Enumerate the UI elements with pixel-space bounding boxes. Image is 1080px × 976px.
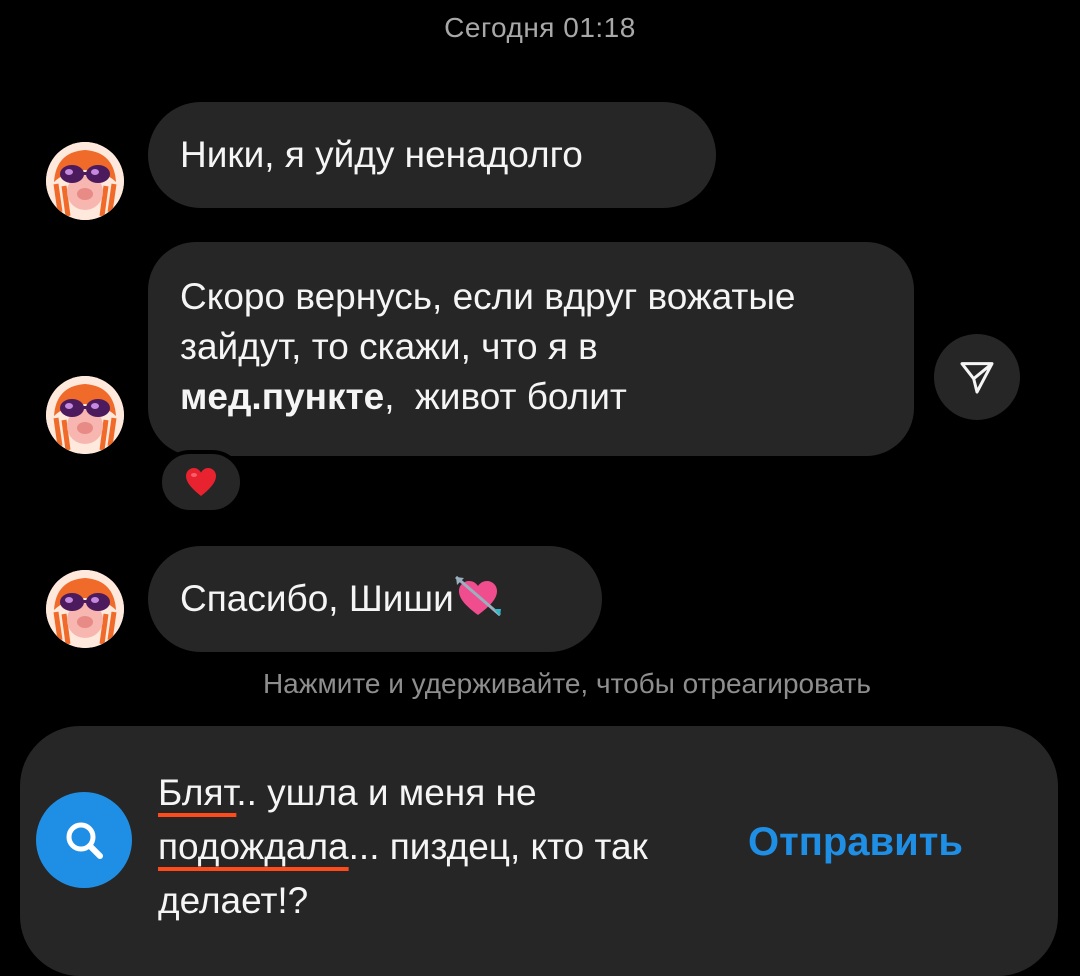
message-input[interactable]: Блят.. ушла и меня не подождала... пизде…	[158, 766, 728, 928]
red-heart-icon	[186, 468, 216, 496]
message-bubble[interactable]: Ники, я уйду ненадолго	[148, 102, 716, 208]
date-separator: Сегодня 01:18	[444, 12, 636, 43]
message-text: Ники, я уйду ненадолго	[180, 134, 583, 175]
search-button[interactable]	[36, 792, 132, 888]
sender-avatar[interactable]	[46, 142, 124, 220]
reaction-hint: Нажмите и удерживайте, чтобы отреагирова…	[262, 668, 872, 699]
message-text: , живот болит	[384, 376, 627, 417]
message-text: Скоро вернусь, если вдруг вожатые зайдут…	[180, 276, 796, 367]
message-text: Спасибо, Шиши	[180, 578, 454, 619]
sender-avatar[interactable]	[46, 376, 124, 454]
message-bold-text: мед.пункте	[180, 376, 385, 417]
avatar-image	[46, 376, 124, 454]
input-text: .. ушла и меня не	[236, 772, 537, 813]
message-reaction[interactable]	[158, 450, 244, 514]
misspelled-word[interactable]: Блят	[158, 772, 236, 813]
paper-plane-icon	[960, 362, 994, 394]
search-icon	[66, 822, 103, 859]
avatar-image	[46, 570, 124, 648]
heart-with-arrow-icon	[454, 575, 502, 632]
share-button[interactable]	[934, 334, 1020, 420]
avatar-image	[46, 142, 124, 220]
misspelled-word[interactable]: подождала	[158, 826, 349, 867]
sender-avatar[interactable]	[46, 570, 124, 648]
send-button[interactable]: Отправить	[748, 820, 963, 865]
message-bubble[interactable]: Скоро вернусь, если вдруг вожатые зайдут…	[148, 242, 914, 456]
message-bubble[interactable]: Спасибо, Шиши	[148, 546, 602, 652]
